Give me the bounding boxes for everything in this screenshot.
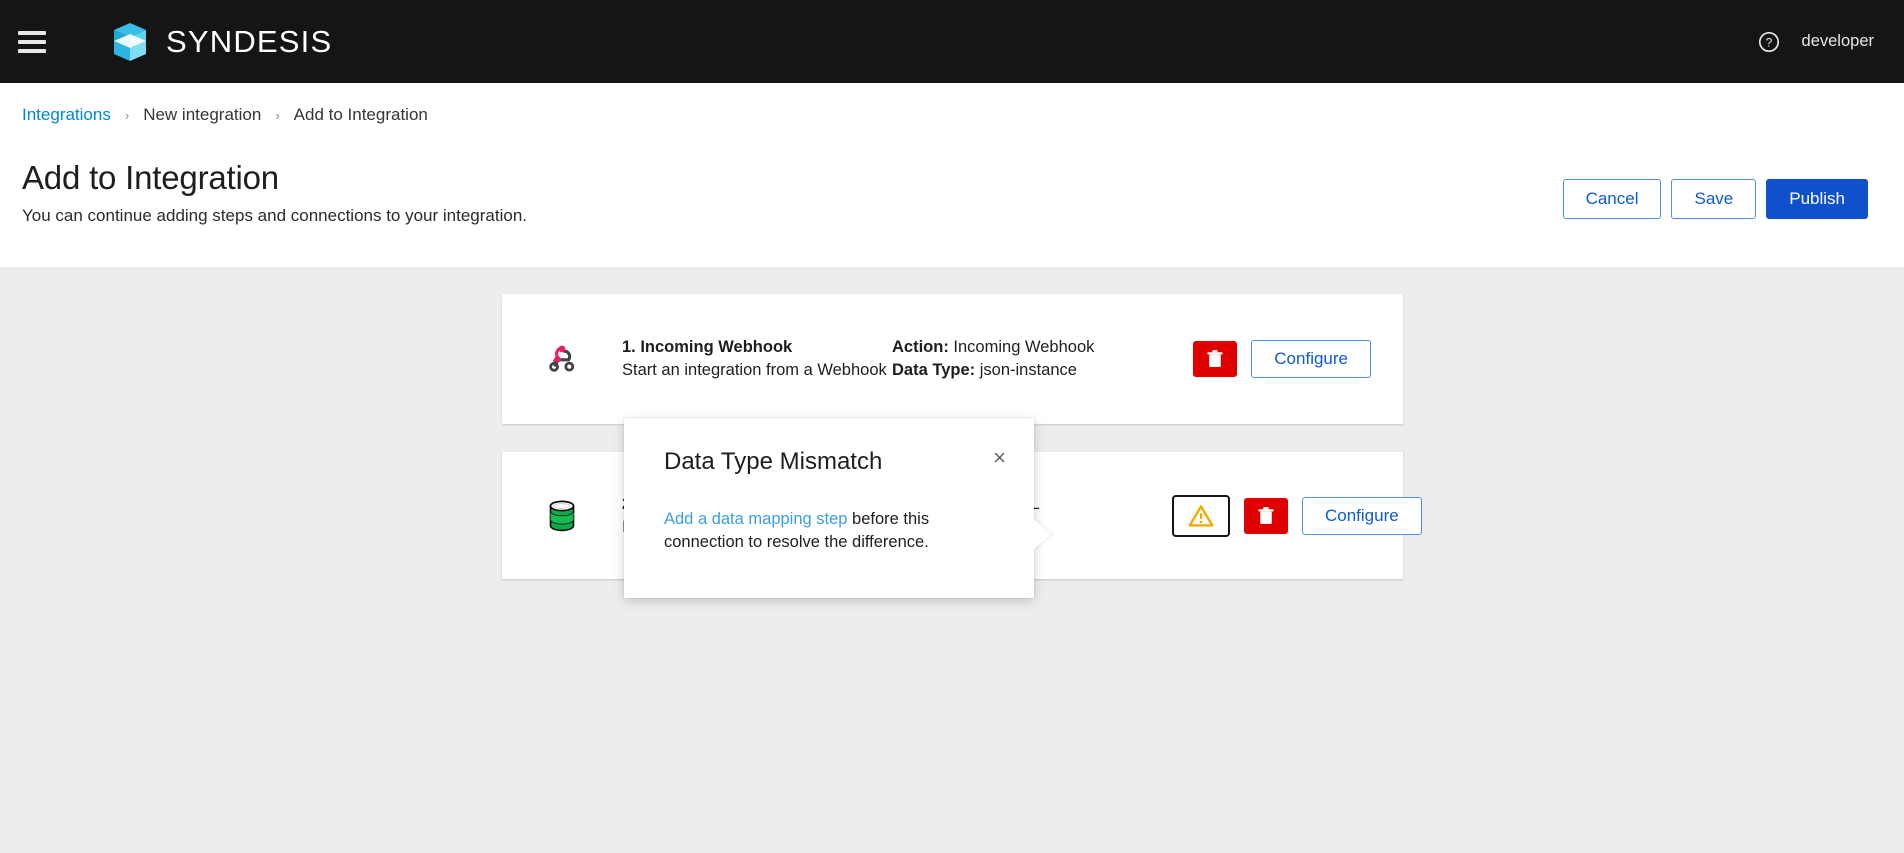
step-property-value: Incoming Webhook — [953, 338, 1095, 357]
step-actions: Configure — [1193, 340, 1371, 378]
step-actions: Configure — [1172, 494, 1422, 537]
integration-step-card[interactable]: 1. Incoming Webhook Start an integration… — [502, 294, 1403, 424]
save-button[interactable]: Save — [1671, 179, 1757, 220]
step-subtitle: Start an integration from a Webhook — [622, 361, 887, 379]
hamburger-bar — [18, 30, 46, 35]
data-type-mismatch-popover: Data Type Mismatch × Add a data mapping … — [624, 418, 1051, 598]
step-property-value: json-instance — [979, 361, 1077, 379]
breadcrumb-item-new-integration: New integration — [143, 105, 262, 124]
header-actions: Cancel Save Publish — [1562, 179, 1868, 220]
step-properties: Action: Incoming Webhook Data Type: json… — [892, 336, 1172, 382]
hamburger-menu-icon[interactable] — [18, 30, 46, 53]
configure-step-button[interactable]: Configure — [1302, 496, 1422, 535]
step-property-action: Action: Incoming Webhook — [892, 336, 1172, 359]
hamburger-bar — [18, 39, 46, 44]
trash-icon — [1207, 350, 1223, 367]
svg-text:?: ? — [1765, 35, 1772, 49]
popover-arrow — [1033, 518, 1051, 550]
page-title: Add to Integration — [22, 159, 279, 197]
brand[interactable]: SYNDESIS — [108, 20, 332, 64]
warning-triangle-icon — [1188, 504, 1214, 527]
popover-body: Add a data mapping step before this conn… — [664, 508, 998, 555]
step-name: 1. Incoming Webhook — [622, 338, 793, 357]
breadcrumb: Integrations › New integration › Add to … — [22, 105, 428, 125]
publish-button[interactable]: Publish — [1766, 179, 1868, 220]
page-subtitle: You can continue adding steps and connec… — [22, 206, 528, 225]
masthead: SYNDESIS ? developer — [0, 0, 1904, 83]
step-description: 1. Incoming Webhook Start an integration… — [622, 336, 892, 382]
breadcrumb-item-add-to-integration: Add to Integration — [293, 105, 428, 124]
data-type-mismatch-warning-button[interactable] — [1172, 494, 1230, 537]
brand-name: SYNDESIS — [166, 23, 333, 59]
breadcrumb-item-integrations[interactable]: Integrations — [22, 105, 111, 125]
page-header: Integrations › New integration › Add to … — [0, 83, 1904, 268]
syndesis-cube-logo — [114, 22, 146, 61]
step-property-data-type: Data Type: json-instance — [892, 359, 1172, 382]
delete-step-button[interactable] — [1244, 497, 1288, 534]
help-circle-icon[interactable]: ? — [1758, 31, 1780, 53]
trash-icon — [1258, 506, 1274, 524]
webhook-icon — [502, 342, 622, 376]
add-data-mapping-step-link[interactable]: Add a data mapping step — [664, 510, 847, 528]
user-menu[interactable]: developer — [1802, 32, 1874, 51]
popover-title: Data Type Mismatch — [664, 448, 883, 475]
configure-step-button[interactable]: Configure — [1251, 340, 1371, 378]
integration-editor-canvas: 1. Incoming Webhook Start an integration… — [0, 268, 1904, 853]
database-icon — [502, 499, 622, 533]
delete-step-button[interactable] — [1193, 341, 1238, 377]
cancel-button[interactable]: Cancel — [1562, 179, 1662, 220]
popover-close-icon[interactable]: × — [989, 445, 1010, 471]
step-property-key: Data Type: — [892, 361, 976, 379]
step-property-key: Action: — [892, 338, 949, 357]
masthead-right: ? developer — [1758, 31, 1874, 53]
breadcrumb-separator-icon: › — [124, 107, 130, 123]
breadcrumb-separator-icon: › — [275, 107, 280, 123]
hamburger-bar — [18, 48, 46, 53]
